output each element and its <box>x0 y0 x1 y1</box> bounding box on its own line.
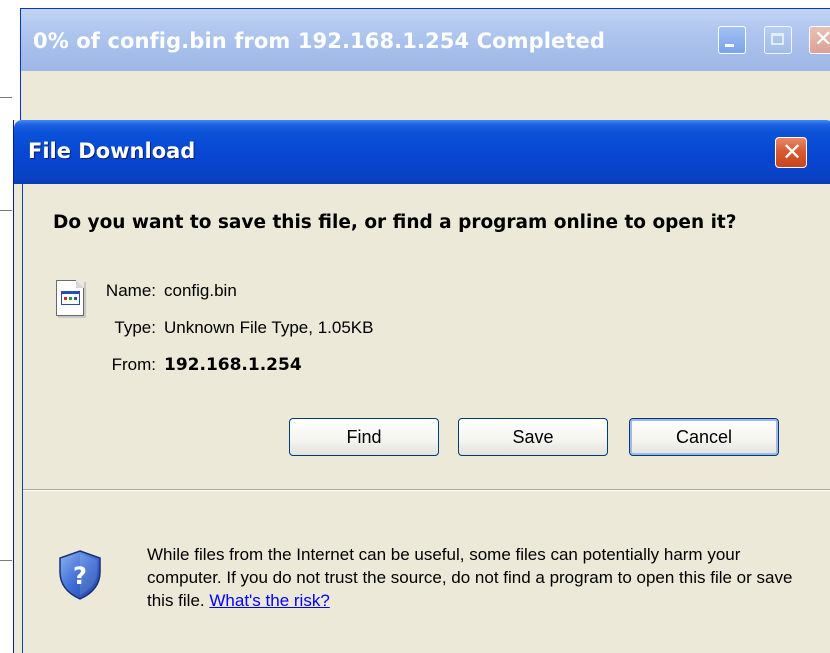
cancel-button[interactable]: Cancel <box>629 418 779 456</box>
dialog-title: File Download <box>28 139 196 163</box>
file-source-label: From: <box>111 355 156 374</box>
minimize-icon <box>725 44 734 47</box>
file-type-label: Type: <box>114 318 156 337</box>
whats-the-risk-link[interactable]: What's the risk? <box>209 591 329 610</box>
file-type-row: Type: Unknown File Type, 1.05KB <box>45 318 373 338</box>
progress-window-close-button[interactable]: ✕ <box>809 26 830 54</box>
file-source-row: From: 192.168.1.254 <box>45 355 302 375</box>
file-name-value: config.bin <box>164 281 237 300</box>
save-button[interactable]: Save <box>458 418 608 456</box>
file-name-label: Name: <box>105 281 156 300</box>
dialog-close-button[interactable]: ✕ <box>775 137 807 168</box>
security-warning: While files from the Internet can be use… <box>147 543 807 612</box>
file-name-row: Name: config.bin <box>45 281 237 301</box>
background-window-edge <box>0 210 12 211</box>
security-shield-question-icon: ? <box>59 550 101 600</box>
dialog-body: Do you want to save this file, or find a… <box>22 184 830 653</box>
dialog-titlebar[interactable]: File Download ✕ <box>14 120 830 184</box>
dialog-separator <box>23 489 830 491</box>
desktop: 0% of config.bin from 192.168.1.254 Comp… <box>0 0 830 653</box>
file-download-dialog: File Download ✕ Do you want to save this… <box>14 120 830 653</box>
progress-window-title: 0% of config.bin from 192.168.1.254 Comp… <box>33 29 605 53</box>
file-type-value: Unknown File Type, 1.05KB <box>164 318 374 337</box>
maximize-button[interactable] <box>764 26 792 54</box>
maximize-icon <box>771 33 784 45</box>
minimize-button[interactable] <box>718 26 746 54</box>
file-source-value: 192.168.1.254 <box>164 355 302 375</box>
close-icon: ✕ <box>814 27 830 52</box>
find-button[interactable]: Find <box>289 418 439 456</box>
background-window-edge <box>0 97 12 98</box>
svg-text:?: ? <box>73 562 87 590</box>
progress-window-titlebar[interactable]: 0% of config.bin from 192.168.1.254 Comp… <box>21 9 830 71</box>
background-window-edge <box>0 560 12 561</box>
dialog-question: Do you want to save this file, or find a… <box>53 212 737 233</box>
close-icon: ✕ <box>782 138 803 166</box>
